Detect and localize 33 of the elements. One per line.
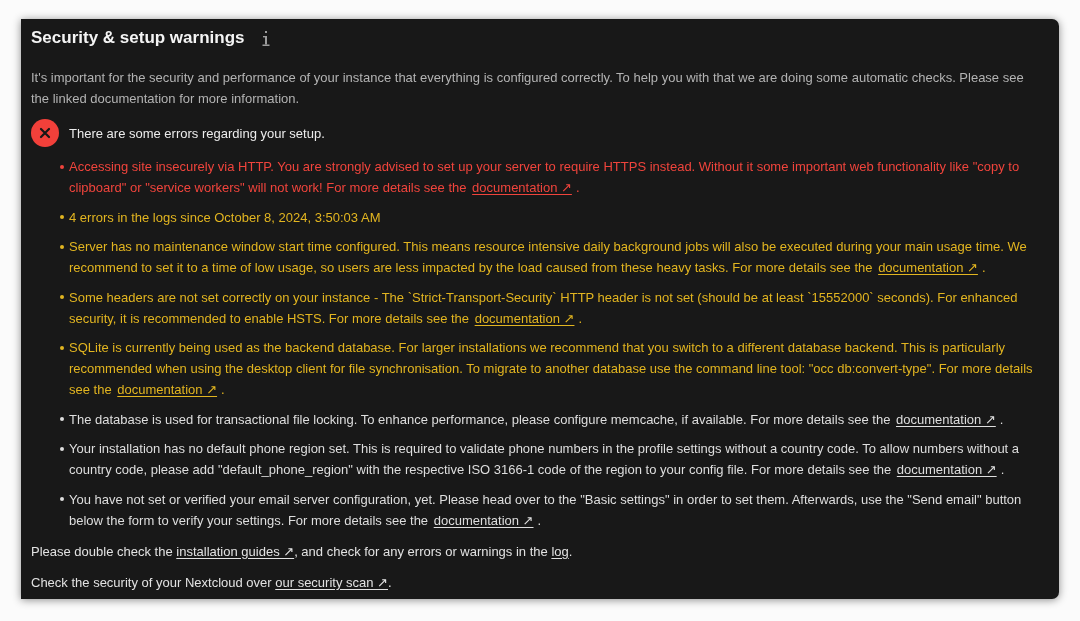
bullet-icon [60,345,64,350]
link[interactable]: documentation ↗ [896,411,996,427]
section-title: Security & setup warnings [31,27,245,49]
link[interactable]: documentation ↗ [896,462,997,477]
error-message: Accessing site insecurely via HTTP. You are strongly advised to set up your server to require HTTPS instead. Without it some important web functionality like "copy to clipboard" or "service workers" will not work! For more details see the documentation ↗ . [69,158,1021,197]
warning-message: Some headers are not set correctly on your instance - The `Strict-Transport-Security` HTTP header is not set (should be at least `15552000` seconds). For enhanced security, it is recommended to enable HSTS. For more details see the documentation ↗ . [69,288,1019,328]
intro-text: It's important for the security and performance of your instance that everything is configured correctly. To help you with that we are doing some automatic checks. Please see the linked documentation for more information. [31,69,1025,108]
bullet-icon [60,295,64,299]
bullet-icon [60,446,64,451]
link[interactable]: documentation ↗ [433,512,534,528]
link[interactable]: log [551,543,569,559]
bullet-icon [60,215,64,219]
status-message: There are some errors regarding your setup. [69,124,325,143]
warning-message: SQLite is currently being used as the backend database. For larger installations we recommend that you switch to a different database backend. This is particularly recommended when using the desktop client for file synchronisation. To migrate to another database use the command line tool: "occ db:convert-type". For more details see the documentation ↗ . [69,339,1034,399]
bullet-icon [60,244,64,249]
footer-text: Please double check the installation guides ↗, and check for any errors or warnings in the log. [31,542,574,561]
link[interactable]: documentation ↗ [472,180,572,195]
link[interactable]: documentation ↗ [474,310,575,326]
link[interactable]: our security scan ↗ [275,574,388,590]
bullet-icon [60,497,64,501]
error-icon [31,119,59,147]
warning-message: Server has no maintenance window start time configured. This means resource intensive daily background jobs will also be executed during your main usage time. We recommend to set it to a time of low usage, so users are less impacted by the load caused from these heavy tasks. For more details see the documentation ↗ . [69,238,1028,277]
info-message: The database is used for transactional file locking. To enhance performance, please configure memcache, if available. For more details see the documentation ↗ . [69,410,1004,429]
link[interactable]: documentation ↗ [878,260,978,275]
warning-message: 4 errors in the logs since October 8, 2024, 3:50:03 AM [69,208,381,227]
bullet-icon [60,164,64,169]
info-message: Your installation has no default phone region set. This is required to validate phone numbers in the profile settings without a country code. To allow numbers without a country code, please add "default_phone_region" with the respective ISO 3166-1 code of the region to your config file. For more details see the documentation ↗ . [69,440,1021,479]
info-icon[interactable] [261,30,270,46]
bullet-icon [60,417,64,421]
link[interactable]: installation guides ↗ [176,543,295,559]
link[interactable]: documentation ↗ [117,382,218,397]
footer-text: Check the security of your Nextcloud over our security scan ↗. [31,573,393,592]
info-message: You have not set or verified your email server configuration, yet. Please head over to the "Basic settings" in order to set them. Afterwards, use the "Send email" button below the form to verify your settings. For more details see the documentation ↗ . [69,490,1023,530]
